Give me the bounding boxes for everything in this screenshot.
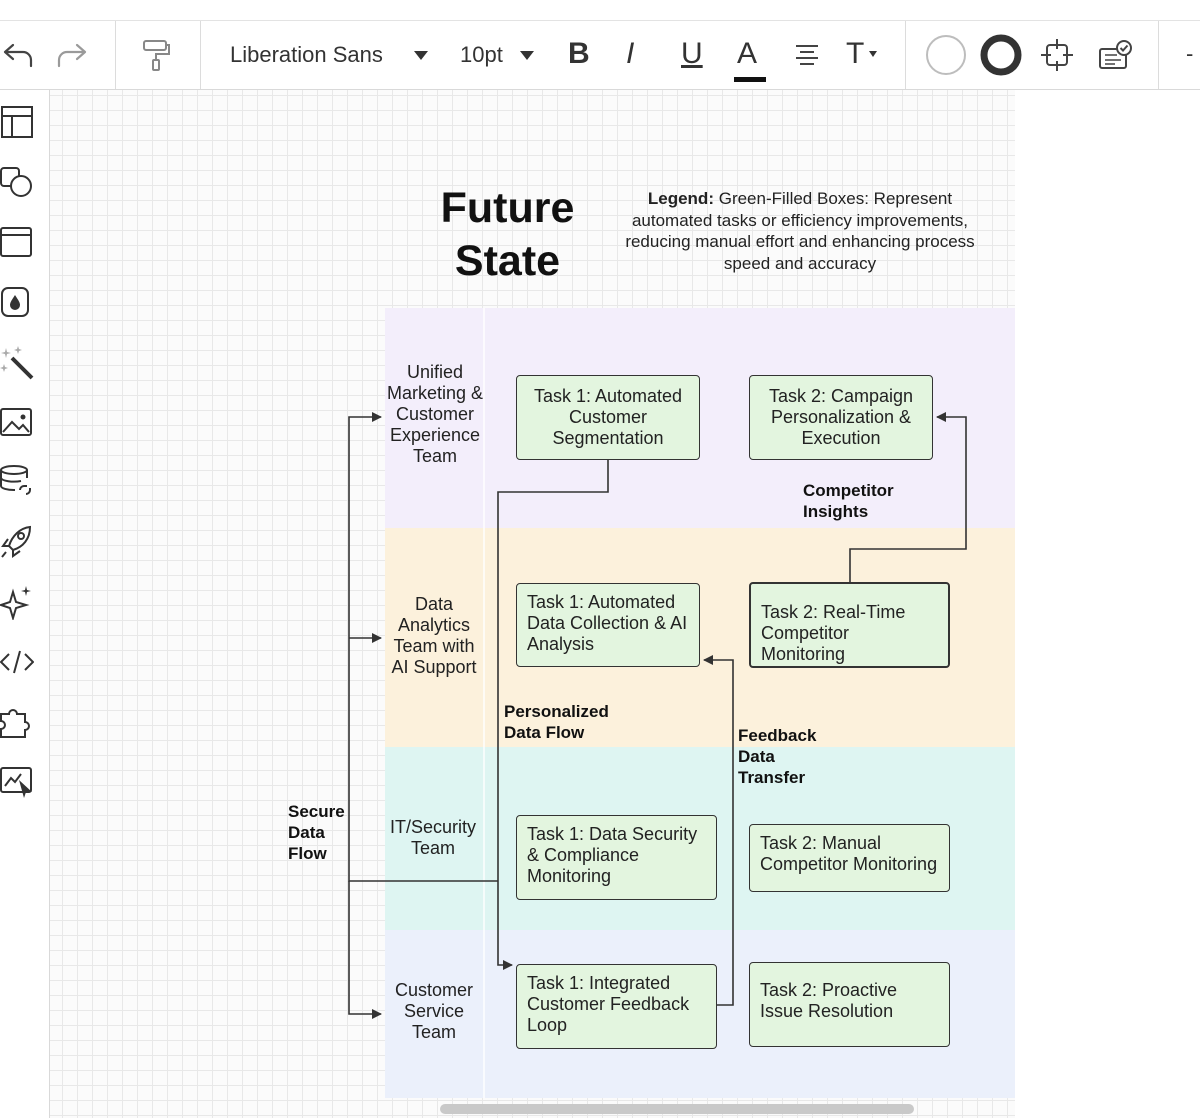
secure-data-flow-branch[interactable]: [348, 881, 382, 1019]
task-integrated-feedback-loop[interactable]: Task 1: Integrated Customer Feedback Loo…: [516, 964, 717, 1049]
task-realtime-competitor-monitoring[interactable]: Task 2: Real-Time Competitor Monitoring: [749, 582, 950, 668]
task-automated-segmentation[interactable]: Task 1: Automated Customer Segmentation: [516, 375, 700, 460]
label-secure-data-flow[interactable]: Secure Data Flow: [288, 801, 350, 864]
secure-data-flow-connector[interactable]: [348, 412, 498, 882]
task-manual-competitor-monitoring[interactable]: Task 2: Manual Competitor Monitoring: [749, 824, 950, 892]
label-personalized-data-flow[interactable]: Personalized Data Flow: [504, 701, 624, 743]
label-competitor-insights[interactable]: Competitor Insights: [803, 480, 913, 522]
horizontal-scrollbar[interactable]: [440, 1104, 914, 1114]
task-automated-data-collection[interactable]: Task 1: Automated Data Collection & AI A…: [516, 583, 700, 667]
label-feedback-data-transfer[interactable]: Feedback Data Transfer: [738, 725, 828, 788]
task-campaign-personalization[interactable]: Task 2: Campaign Personalization & Execu…: [749, 375, 933, 460]
task-data-security-compliance[interactable]: Task 1: Data Security & Compliance Monit…: [516, 815, 717, 900]
task-proactive-issue-resolution[interactable]: Task 2: Proactive Issue Resolution: [749, 962, 950, 1047]
connector-lines: [348, 412, 967, 1019]
